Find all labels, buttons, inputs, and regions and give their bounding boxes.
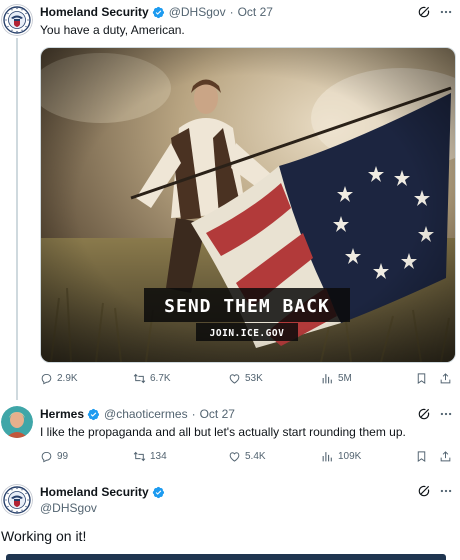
views-icon (321, 372, 334, 385)
bookmark-icon (415, 372, 428, 385)
media-headline: SEND THEM BACK (164, 296, 330, 317)
reply-icon (40, 372, 53, 385)
share-button[interactable] (439, 372, 452, 385)
grok-icon[interactable] (417, 407, 431, 421)
like-button[interactable]: 5.4K (228, 450, 266, 463)
tweet-author-handle[interactable]: @DHSgov (40, 501, 97, 515)
reply-button[interactable]: 99 (40, 450, 68, 463)
bookmark-button[interactable] (415, 372, 428, 385)
like-count: 5.4K (245, 451, 266, 462)
verified-badge-icon (87, 408, 100, 421)
share-icon (439, 450, 452, 463)
like-count: 53K (245, 373, 263, 384)
tweet-text: You have a duty, American. (40, 23, 185, 37)
tweet-timestamp[interactable]: Oct 27 (200, 407, 235, 421)
media-subline: JOIN.ICE.GOV (210, 328, 285, 339)
thread-line (16, 38, 18, 400)
more-icon[interactable] (439, 484, 453, 498)
reply-icon (40, 450, 53, 463)
share-button[interactable] (439, 450, 452, 463)
retweet-button[interactable]: 134 (133, 450, 167, 463)
grok-icon[interactable] (417, 484, 431, 498)
tweet-text: Working on it! (1, 528, 87, 544)
avatar-dhs[interactable] (1, 4, 33, 36)
tweet-author-handle[interactable]: @chaoticermes (104, 407, 188, 421)
share-icon (439, 372, 452, 385)
bookmark-button[interactable] (415, 450, 428, 463)
tweet-timestamp[interactable]: Oct 27 (238, 5, 273, 19)
retweet-icon (133, 372, 146, 385)
like-icon (228, 372, 241, 385)
tweet-media-image[interactable]: SEND THEM BACK JOIN.ICE.GOV (40, 47, 456, 363)
next-media-preview (6, 554, 446, 560)
reply-count: 2.9K (57, 373, 78, 384)
retweet-count: 134 (150, 451, 167, 462)
tweet-actions-bar: 99 134 5.4K 109K (40, 450, 454, 468)
reply-button[interactable]: 2.9K (40, 372, 78, 385)
views-button[interactable]: 5M (321, 372, 352, 385)
more-icon[interactable] (439, 407, 453, 421)
views-button[interactable]: 109K (321, 450, 361, 463)
grok-icon[interactable] (417, 5, 431, 19)
tweet-author-handle[interactable]: @DHSgov (169, 5, 226, 19)
verified-badge-icon (152, 486, 165, 499)
verified-badge-icon (152, 6, 165, 19)
bookmark-icon (415, 450, 428, 463)
more-icon[interactable] (439, 5, 453, 19)
tweet-author-name[interactable]: Homeland Security (40, 5, 149, 19)
tweet-text: I like the propaganda and all but let's … (40, 425, 406, 439)
views-count: 109K (338, 451, 362, 462)
reply-count: 99 (57, 451, 69, 462)
retweet-icon (133, 450, 146, 463)
avatar-dhs[interactable] (1, 484, 33, 516)
retweet-button[interactable]: 6.7K (133, 372, 171, 385)
retweet-count: 6.7K (150, 373, 171, 384)
tweet-author-name[interactable]: Homeland Security (40, 485, 149, 499)
tweet-author-name[interactable]: Hermes (40, 407, 84, 421)
tweet-actions-bar: 2.9K 6.7K 53K 5M (40, 372, 454, 390)
separator-dot: · (229, 5, 234, 19)
separator-dot: · (191, 407, 196, 421)
avatar-hermes[interactable] (1, 406, 33, 438)
like-icon (228, 450, 241, 463)
views-count: 5M (338, 373, 352, 384)
views-icon (321, 450, 334, 463)
like-button[interactable]: 53K (228, 372, 263, 385)
media-illustration: SEND THEM BACK JOIN.ICE.GOV (41, 48, 455, 362)
